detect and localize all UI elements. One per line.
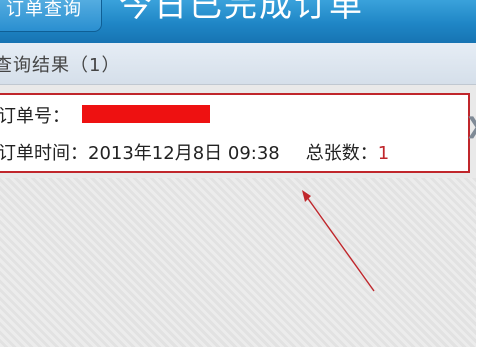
app-screen: 订单查询 今日已完成订单 查询结果（1） 订单号： 订单时间：2013年12月8… bbox=[0, 0, 476, 347]
arrow-line bbox=[303, 192, 375, 292]
red-arrow-annotation bbox=[302, 190, 375, 292]
